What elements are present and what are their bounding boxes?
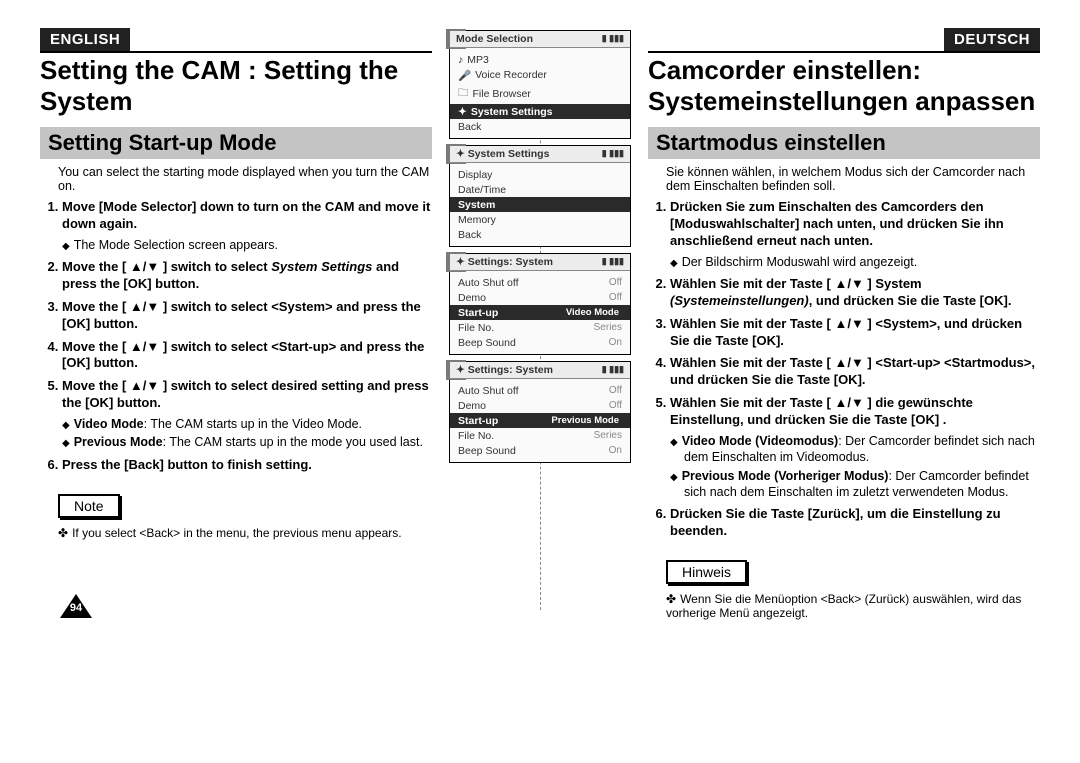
section-title-en: Setting Start-up Mode [40, 127, 432, 159]
section-title-de: Startmodus einstellen [648, 127, 1040, 159]
german-column: DEUTSCH Camcorder einstellen: Systemeins… [640, 28, 1040, 620]
note-label-en: Note [58, 494, 120, 518]
note-text-de: Wenn Sie die Menüoption <Back> (Zurück) … [666, 592, 1040, 620]
note-text-en: If you select <Back> in the menu, the pr… [58, 526, 432, 540]
lang-tab-en: ENGLISH [40, 28, 130, 51]
page-title-en: Setting the CAM : Setting the System [40, 53, 432, 123]
lang-tab-de: DEUTSCH [944, 28, 1040, 51]
device-screenshots: 2 Mode Selection▮ ▮▮▮ ♪ MP3 🎤 Voice Reco… [440, 28, 640, 620]
steps-de: Drücken Sie zum Einschalten des Camcorde… [670, 199, 1040, 540]
page-title-de: Camcorder einstellen: Systemeinstellunge… [648, 53, 1040, 123]
english-column: ENGLISH Setting the CAM : Setting the Sy… [40, 28, 440, 620]
note-label-de: Hinweis [666, 560, 747, 584]
page-number: 94 [60, 594, 92, 618]
intro-de: Sie können wählen, in welchem Modus sich… [666, 165, 1040, 193]
intro-en: You can select the starting mode display… [58, 165, 432, 193]
steps-en: Move [Mode Selector] down to turn on the… [62, 199, 432, 474]
